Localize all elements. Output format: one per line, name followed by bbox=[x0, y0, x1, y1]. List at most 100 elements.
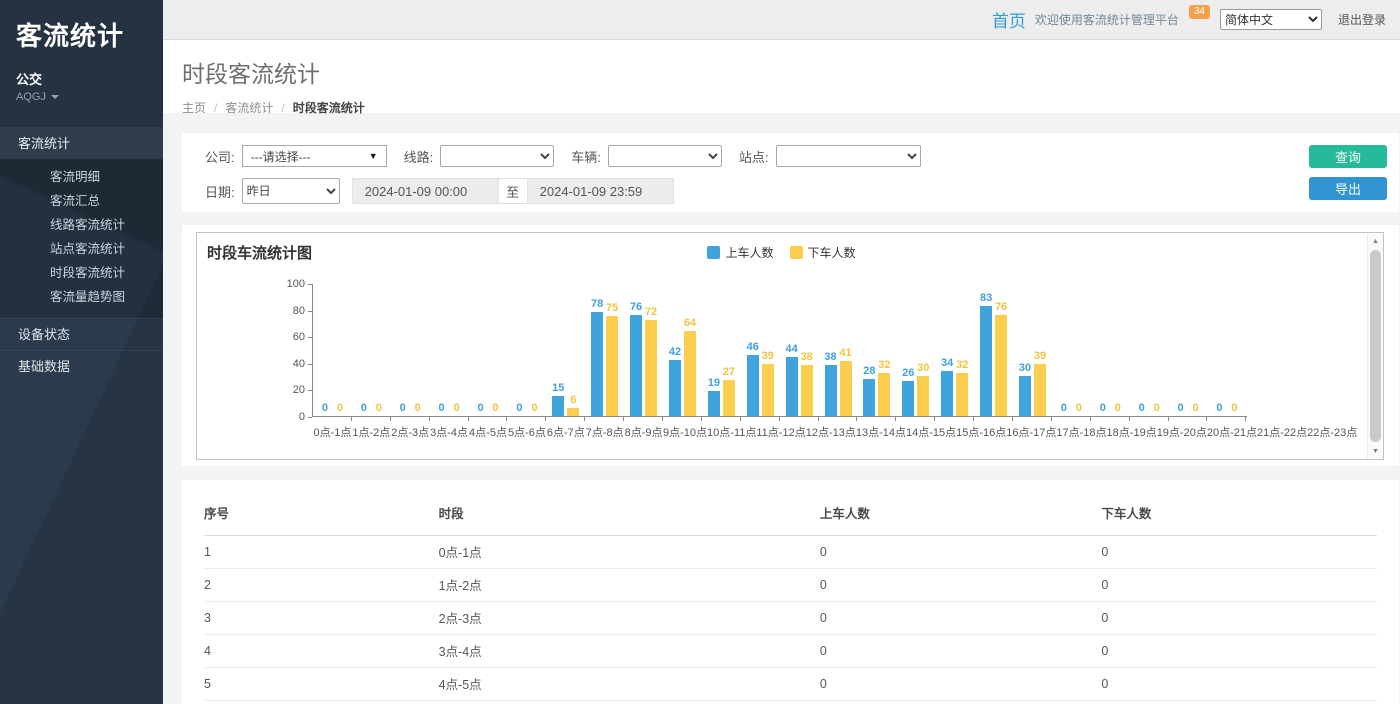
table-cell: 0 bbox=[820, 602, 1102, 635]
user-name: AQGJ bbox=[16, 91, 46, 103]
sidebar-logo-area: 客流统计 公交 AQGJ bbox=[0, 0, 163, 103]
user-dropdown[interactable]: AQGJ bbox=[16, 91, 147, 103]
y-axis-tick-label: 80 bbox=[293, 306, 312, 317]
table-cell: 2点-3点 bbox=[439, 602, 820, 635]
table-cell: 3点-4点 bbox=[439, 635, 820, 668]
x-axis-label: 1点-2点 bbox=[352, 424, 391, 440]
date-label: 日期: bbox=[205, 182, 235, 201]
chart-vertical-scrollbar[interactable]: ▲ ▼ bbox=[1367, 234, 1383, 458]
chart-bar-group: 00 bbox=[313, 284, 352, 416]
chart-value-label: 26 bbox=[902, 368, 914, 379]
query-button[interactable]: 查询 bbox=[1309, 145, 1387, 168]
x-axis-tick bbox=[1091, 417, 1130, 421]
table-cell: 0点-1点 bbox=[439, 536, 820, 569]
table-row: 65点-6点00 bbox=[204, 701, 1377, 704]
date-from-input[interactable]: 2024-01-09 00:00 bbox=[352, 178, 499, 204]
sidebar-submenu-item[interactable]: 线路客流统计 bbox=[0, 213, 163, 237]
chart-bar: 42 bbox=[669, 360, 681, 416]
station-select[interactable] bbox=[776, 145, 921, 167]
legend-swatch-blue bbox=[707, 246, 720, 259]
x-axis-tick bbox=[507, 417, 546, 421]
table-cell: 2 bbox=[204, 569, 439, 602]
app-brand-title[interactable]: 客流统计 bbox=[16, 16, 147, 53]
logout-link[interactable]: 退出登录 bbox=[1338, 11, 1386, 28]
legend-swatch-yellow bbox=[790, 246, 803, 259]
chart-value-label: 0 bbox=[415, 403, 421, 414]
chart-bar-group: 00 bbox=[391, 284, 430, 416]
x-axis-label: 7点-8点 bbox=[585, 424, 624, 440]
sidebar-submenu-item[interactable]: 客流明细 bbox=[0, 165, 163, 189]
vehicle-label: 车辆: bbox=[571, 147, 601, 166]
chart-value-label: 0 bbox=[439, 403, 445, 414]
filter-actions: 查询 导出 bbox=[1309, 145, 1387, 200]
home-link[interactable]: 首页 bbox=[992, 7, 1026, 32]
chart-value-label: 42 bbox=[669, 347, 681, 358]
sidebar-submenu-item[interactable]: 站点客流统计 bbox=[0, 237, 163, 261]
scrollbar-thumb[interactable] bbox=[1370, 250, 1381, 442]
sidebar-submenu-item[interactable]: 客流量趋势图 bbox=[0, 285, 163, 309]
date-to-input[interactable]: 2024-01-09 23:59 bbox=[527, 178, 674, 204]
vehicle-select[interactable] bbox=[608, 145, 722, 167]
chart-bar-group: 4264 bbox=[663, 284, 702, 416]
x-axis-tick bbox=[1169, 417, 1208, 421]
filter-row-1: 公司: ---请选择--- ▼ 线路: 车辆: bbox=[205, 145, 1387, 167]
chart-bar-group: 3039 bbox=[1013, 284, 1052, 416]
chart-bar: 30 bbox=[917, 376, 929, 416]
x-axis-label: 19点-20点 bbox=[1157, 424, 1207, 440]
x-axis-label: 0点-1点 bbox=[313, 424, 352, 440]
chart-value-label: 75 bbox=[606, 303, 618, 314]
date-preset-select[interactable]: 昨日 bbox=[242, 178, 340, 204]
chart-value-label: 72 bbox=[645, 307, 657, 318]
chart-bar-group: 4438 bbox=[780, 284, 819, 416]
chart-bar: 72 bbox=[645, 320, 657, 416]
x-axis-label: 8点-9点 bbox=[624, 424, 663, 440]
scrollbar-up-arrow-icon[interactable]: ▲ bbox=[1368, 234, 1383, 248]
chart-bar-group: 00 bbox=[1207, 284, 1246, 416]
y-axis-tick-label: 60 bbox=[293, 332, 312, 343]
table-panel: 序号时段上车人数下车人数 10点-1点0021点-2点0032点-3点0043点… bbox=[182, 480, 1399, 704]
table-column-header: 序号 bbox=[204, 494, 439, 536]
language-select[interactable]: 简体中文 bbox=[1220, 9, 1322, 30]
sidebar-item-device-status[interactable]: 设备状态 bbox=[0, 318, 163, 350]
chart-value-label: 0 bbox=[376, 403, 382, 414]
scrollbar-down-arrow-icon[interactable]: ▼ bbox=[1368, 444, 1383, 458]
chart-bar-group: 00 bbox=[1169, 284, 1208, 416]
chart-value-label: 0 bbox=[1061, 403, 1067, 414]
table-cell: 4点-5点 bbox=[439, 668, 820, 701]
line-select[interactable] bbox=[440, 145, 554, 167]
x-axis-tick bbox=[585, 417, 624, 421]
sidebar-section-passenger-stats[interactable]: 客流统计 bbox=[0, 127, 163, 160]
chart-bar: 44 bbox=[786, 357, 798, 416]
chart-value-label: 15 bbox=[552, 383, 564, 394]
chart-value-label: 41 bbox=[839, 348, 851, 359]
chart-value-label: 0 bbox=[400, 403, 406, 414]
chart-bar-group: 00 bbox=[1091, 284, 1130, 416]
chart-value-label: 38 bbox=[801, 352, 813, 363]
chart-legend: 上车人数 下车人数 bbox=[197, 244, 1366, 261]
company-select-value: ---请选择--- bbox=[251, 148, 311, 165]
x-axis-tick bbox=[624, 417, 663, 421]
sidebar-submenu-item[interactable]: 客流汇总 bbox=[0, 189, 163, 213]
chart-bar-group: 00 bbox=[507, 284, 546, 416]
table-row: 54点-5点00 bbox=[204, 668, 1377, 701]
chart-bar-group: 8376 bbox=[974, 284, 1013, 416]
sidebar-submenu-item[interactable]: 时段客流统计 bbox=[0, 261, 163, 285]
content-area: 公司: ---请选择--- ▼ 线路: 车辆: bbox=[163, 113, 1400, 704]
sidebar-item-base-data[interactable]: 基础数据 bbox=[0, 350, 163, 382]
export-button[interactable]: 导出 bbox=[1309, 177, 1387, 200]
filter-panel: 公司: ---请选择--- ▼ 线路: 车辆: bbox=[182, 133, 1399, 212]
company-select[interactable]: ---请选择--- ▼ bbox=[242, 145, 387, 167]
x-axis-label: 20点-21点 bbox=[1207, 424, 1257, 440]
legend-item-alighting: 下车人数 bbox=[790, 244, 856, 261]
chart-bar-group: 00 bbox=[1052, 284, 1091, 416]
chart-value-label: 76 bbox=[630, 302, 642, 313]
table-cell: 3 bbox=[204, 602, 439, 635]
chart-value-label: 39 bbox=[1034, 351, 1046, 362]
table-cell: 0 bbox=[820, 635, 1102, 668]
chart-value-label: 6 bbox=[570, 395, 576, 406]
chart-bar: 76 bbox=[630, 315, 642, 416]
table-column-header: 时段 bbox=[439, 494, 820, 536]
table-cell: 0 bbox=[1101, 536, 1377, 569]
chart-value-label: 27 bbox=[723, 367, 735, 378]
chart-bar: 32 bbox=[956, 373, 968, 416]
